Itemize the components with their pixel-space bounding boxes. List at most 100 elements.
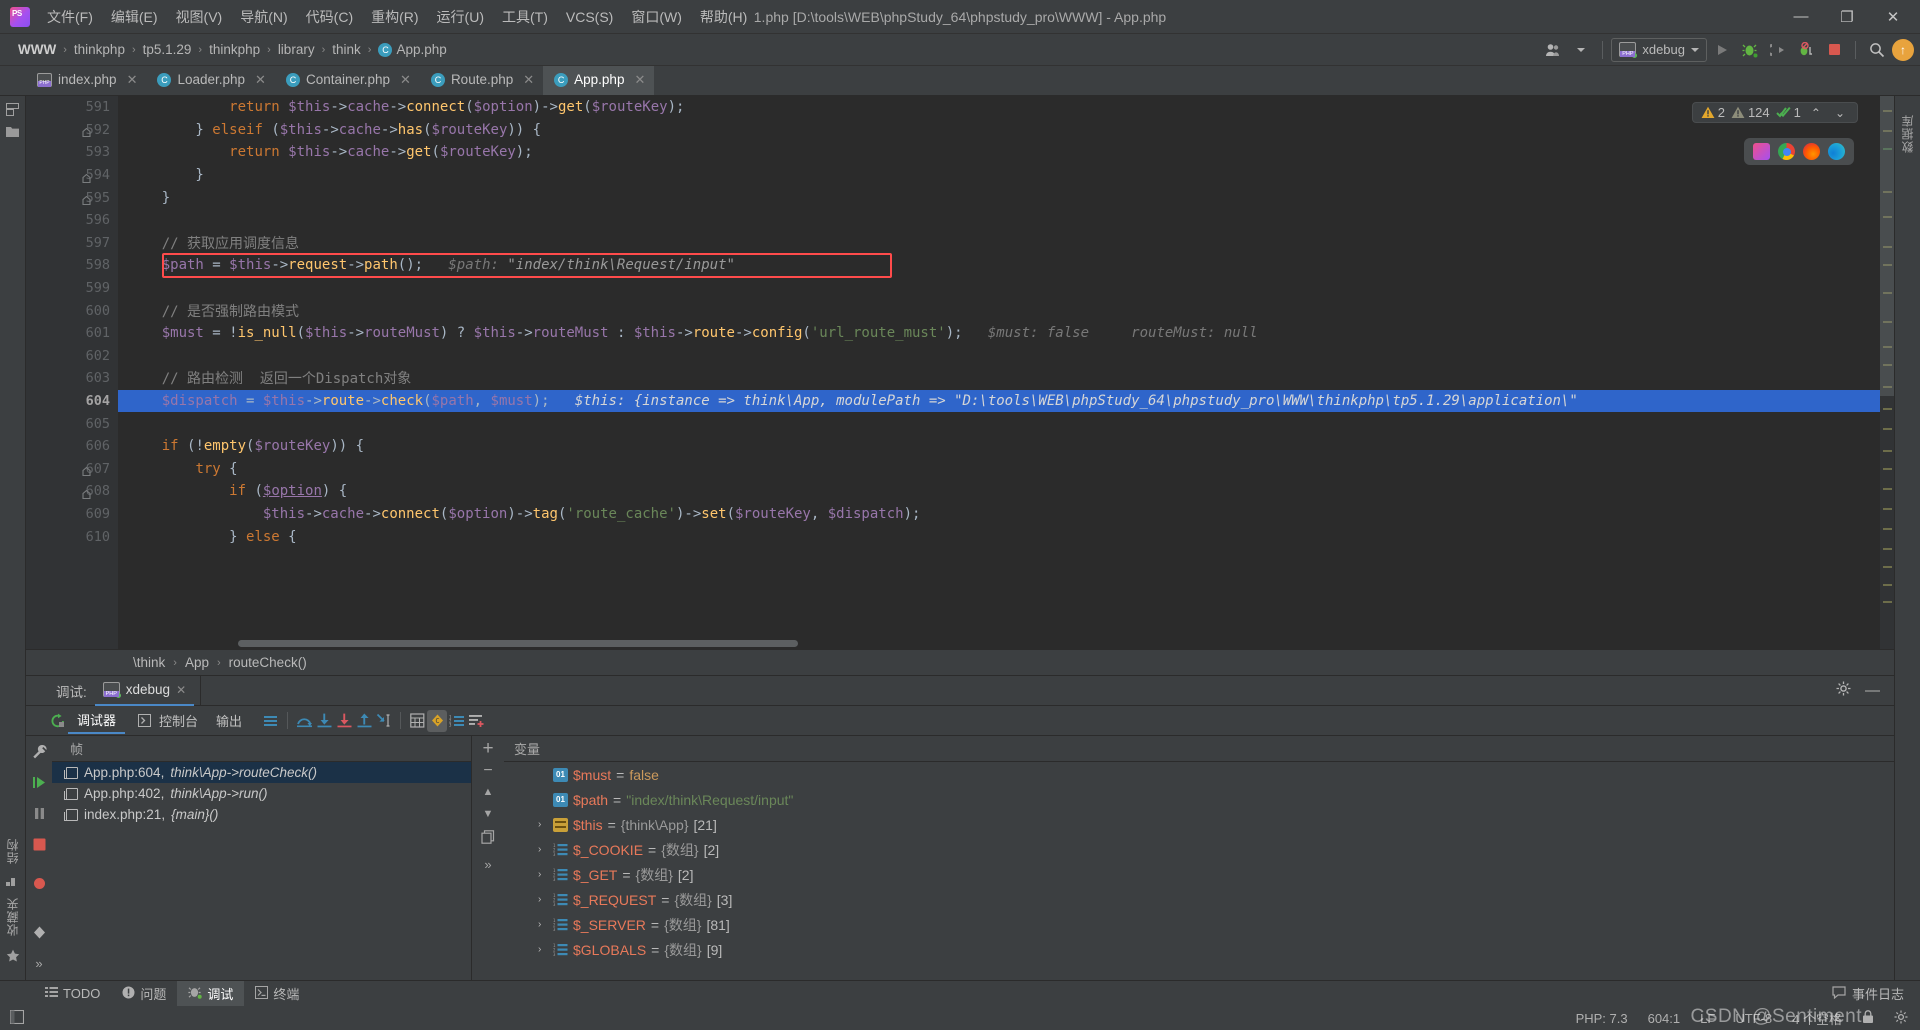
fold-marker-icon[interactable] xyxy=(82,193,91,206)
variable-row[interactable]: › 1 2 3 $_GET = {数组} [2] xyxy=(504,862,1894,887)
window-controls[interactable]: — ❐ ✕ xyxy=(1778,1,1920,33)
user-account-icon[interactable] xyxy=(1540,38,1566,62)
close-icon[interactable]: ✕ xyxy=(176,683,186,697)
step-over-icon[interactable] xyxy=(294,710,314,732)
gear-icon[interactable] xyxy=(1894,1010,1908,1027)
chevron-right-icon[interactable]: › xyxy=(538,919,548,930)
debug-session-tab-xdebug[interactable]: xdebug ✕ xyxy=(94,676,195,706)
close-icon[interactable]: ✕ xyxy=(400,72,411,88)
breadcrumb-item-think[interactable]: think xyxy=(328,40,365,59)
gutter-line-number[interactable]: 594 xyxy=(26,164,118,187)
code-line[interactable]: $path = $this -> request -> path (); $path: "… xyxy=(118,254,1894,277)
gutter-line-number[interactable]: 595 xyxy=(26,186,118,209)
fold-marker-icon[interactable] xyxy=(82,487,91,499)
variable-row[interactable]: › 1 2 3 $_COOKIE = {数组} [2] xyxy=(504,837,1894,862)
minimize-button[interactable]: — xyxy=(1778,1,1824,33)
editor-gutter[interactable]: 591 592 593 594 595 596 597 598 599 600 601 602 603 6… xyxy=(26,96,118,649)
menu-item-edit[interactable]: 编辑(E) xyxy=(102,3,167,31)
code-editor[interactable]: 591 592 593 594 595 596 597 598 599 600 601 602 603 6… xyxy=(26,96,1894,649)
editor-vertical-scrollbar[interactable] xyxy=(1880,96,1894,396)
close-icon[interactable]: ✕ xyxy=(523,72,534,88)
code-line[interactable]: } else { xyxy=(118,525,1894,548)
chevron-right-icon[interactable]: › xyxy=(538,944,548,955)
lock-icon[interactable] xyxy=(1862,1009,1874,1027)
menu-item-vcs[interactable]: VCS(S) xyxy=(557,5,622,29)
prev-problem-button[interactable]: ⌃ xyxy=(1807,106,1825,120)
stop-button[interactable] xyxy=(1821,38,1847,62)
gutter-line-number[interactable]: 596 xyxy=(26,209,118,232)
debug-button[interactable] xyxy=(1737,38,1763,62)
sidebar-item-database[interactable]: 数据库 xyxy=(1899,108,1916,159)
code-line[interactable]: } xyxy=(118,186,1894,209)
hide-toolwindows-icon[interactable] xyxy=(9,1009,25,1027)
search-icon[interactable] xyxy=(1864,38,1890,62)
menu-item-file[interactable]: 文件(F) xyxy=(38,3,102,31)
editor-breadcrumb[interactable]: \think › App › routeCheck() xyxy=(26,649,1894,675)
php-version-status[interactable]: PHP: 7.3 xyxy=(1576,1011,1628,1026)
rerun-icon[interactable] xyxy=(48,710,68,732)
chevron-right-icon[interactable]: › xyxy=(538,844,548,855)
resume-program-icon[interactable] xyxy=(30,773,48,791)
gutter-line-number[interactable]: 598 xyxy=(26,254,118,277)
frames-list[interactable]: App.php:604, think\App->routeCheck() App.p… xyxy=(52,762,471,825)
code-line[interactable] xyxy=(118,345,1894,368)
sidebar-item-structure[interactable]: 结构 xyxy=(4,832,21,870)
breadcrumb-item-www[interactable]: WWW xyxy=(14,40,60,59)
menu-item-window[interactable]: 窗口(W) xyxy=(622,3,691,31)
next-problem-button[interactable]: ⌄ xyxy=(1831,106,1849,120)
variables-list[interactable]: 01 $must = false 01 $path = "index/think\Reques… xyxy=(504,762,1894,962)
close-icon[interactable]: ✕ xyxy=(255,72,266,88)
chevron-right-icon[interactable]: › xyxy=(538,819,548,830)
gutter-line-number[interactable]: 602 xyxy=(26,345,118,368)
tab-route-php[interactable]: C Route.php ✕ xyxy=(420,66,543,95)
force-step-into-icon[interactable] xyxy=(334,710,354,732)
gutter-line-number[interactable]: 593 xyxy=(26,141,118,164)
stop-program-icon[interactable] xyxy=(30,835,48,853)
move-down-button[interactable]: ▼ xyxy=(483,808,494,820)
menu-item-help[interactable]: 帮助(H) xyxy=(691,3,756,31)
menu-item-tools[interactable]: 工具(T) xyxy=(493,3,557,31)
gutter-line-number[interactable]: 610 xyxy=(26,525,118,548)
sidebar-item-favorites[interactable]: 收藏夹 xyxy=(4,891,21,942)
settings-wrench-icon[interactable] xyxy=(30,742,48,760)
output-tab[interactable]: 输出 xyxy=(207,708,251,733)
move-up-button[interactable]: ▲ xyxy=(483,786,494,798)
editor-breadcrumb-namespace[interactable]: \think xyxy=(130,655,168,670)
gutter-line-number[interactable]: 604 xyxy=(26,390,118,413)
code-line[interactable]: $this -> cache -> connect($option)-> tag('rou… xyxy=(118,503,1894,526)
project-tool-icon[interactable] xyxy=(6,103,19,119)
code-line[interactable]: } xyxy=(118,164,1894,187)
code-line[interactable]: $dispatch = $this -> route -> check($path, $… xyxy=(118,389,1894,413)
variable-row[interactable]: 01 $must = false xyxy=(504,762,1894,787)
add-watch-icon[interactable] xyxy=(467,710,487,732)
tab-loader-php[interactable]: C Loader.php ✕ xyxy=(146,66,274,95)
breadcrumb-item-thinkphp[interactable]: thinkphp xyxy=(70,40,129,59)
frame-row[interactable]: App.php:402, think\App->run() xyxy=(52,783,471,804)
editor-horizontal-scrollbar[interactable] xyxy=(238,640,798,647)
gutter-line-number[interactable]: 597 xyxy=(26,232,118,255)
code-line[interactable]: // 是否强制路由模式 xyxy=(118,299,1894,322)
maximize-button[interactable]: ❐ xyxy=(1824,1,1870,33)
step-into-icon[interactable] xyxy=(314,710,334,732)
menu-item-run[interactable]: 运行(U) xyxy=(428,3,493,31)
attach-to-process-button[interactable] xyxy=(1765,38,1791,62)
remove-watch-button[interactable]: − xyxy=(483,763,492,779)
indent-status[interactable]: 4 个空格 xyxy=(1792,1009,1842,1028)
code-line[interactable]: // 获取应用调度信息 xyxy=(118,232,1894,255)
gutter-line-number[interactable]: 591 xyxy=(26,96,118,119)
line-separator-status[interactable]: LF xyxy=(1700,1011,1715,1026)
add-watch-button[interactable]: + xyxy=(482,739,493,758)
folder-icon[interactable] xyxy=(6,126,19,140)
editor-scroll-markers[interactable] xyxy=(1880,96,1894,649)
gutter-line-number[interactable]: 608 xyxy=(26,480,118,503)
frame-row[interactable]: App.php:604, think\App->routeCheck() xyxy=(52,762,471,783)
variable-row[interactable]: › $this = {think\App} [21] xyxy=(504,812,1894,837)
fold-marker-icon[interactable] xyxy=(82,171,91,183)
code-line[interactable] xyxy=(118,209,1894,232)
frame-row[interactable]: index.php:21, {main}() xyxy=(52,804,471,825)
code-line[interactable]: // 路由检测 返回一个Dispatch对象 xyxy=(118,367,1894,390)
breadcrumb-item-library[interactable]: library xyxy=(274,40,319,59)
tool-window-debug[interactable]: 调试 xyxy=(177,981,245,1006)
variable-row[interactable]: › 1 2 3 $GLOBALS = {数组} [9] xyxy=(504,937,1894,962)
code-line[interactable]: $must = ! is_null($this -> routeMust) ? $th… xyxy=(118,322,1894,345)
